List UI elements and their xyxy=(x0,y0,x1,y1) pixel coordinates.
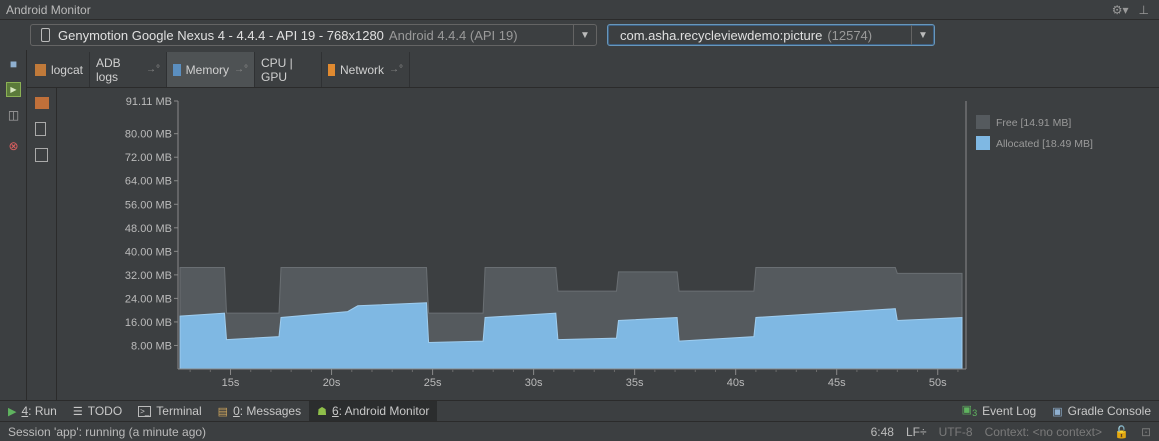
monitor-tabs: logcat ADB logs →° Memory →° CPU | GPU N… xyxy=(27,50,1159,88)
x-tick-label: 30s xyxy=(525,377,543,389)
tool-window-bar: ▶ 4: Run ☰ TODO >_ Terminal ▤ 0: Message… xyxy=(0,400,1159,422)
tab-label: Network xyxy=(339,62,384,77)
device-toolbar: Genymotion Google Nexus 4 - 4.4.4 - API … xyxy=(0,20,1159,50)
y-tick-label: 72.00 MB xyxy=(125,152,172,164)
logcat-icon xyxy=(35,63,46,76)
event-icon[interactable]: ⊡ xyxy=(1141,425,1151,439)
terminate-icon[interactable]: ⊗ xyxy=(6,138,21,153)
monitor-num: 6 xyxy=(331,404,339,418)
process-dropdown[interactable]: com.asha.recycleviewdemo:picture (12574)… xyxy=(607,24,935,46)
run-tab[interactable]: ▶ 4: Run xyxy=(0,401,65,422)
todo-icon: ☰ xyxy=(72,405,83,418)
process-name: com.asha.recycleviewdemo:picture xyxy=(620,27,823,43)
hide-icon[interactable]: ⊥ xyxy=(1139,3,1149,17)
y-tick-label: 40.00 MB xyxy=(125,246,172,258)
x-tick-label: 40s xyxy=(727,377,745,389)
left-toolbar: ■ ▶ ◫ ⊗ xyxy=(0,50,27,400)
run-num: 4 xyxy=(21,404,29,418)
y-tick-label: 24.00 MB xyxy=(125,293,172,305)
memory-actions-toolbar xyxy=(27,88,57,400)
event-log-count: 3 xyxy=(972,408,978,419)
network-icon xyxy=(328,63,335,76)
tab-memory[interactable]: Memory →° xyxy=(167,52,255,87)
phone-icon xyxy=(41,28,50,42)
legend-free-swatch xyxy=(976,115,990,129)
x-tick-label: 35s xyxy=(626,377,644,389)
allocation-tracker-icon[interactable] xyxy=(35,148,48,162)
monitor-label: : Android Monitor xyxy=(338,404,430,418)
tab-cpu-gpu[interactable]: CPU | GPU xyxy=(255,52,322,87)
messages-tab[interactable]: ▤ 0: Messages xyxy=(210,401,309,422)
y-tick-label: 16.00 MB xyxy=(125,317,172,329)
y-tick-label: 91.11 MB xyxy=(126,96,172,108)
android-icon: ☗ xyxy=(317,405,327,418)
messages-label: : Messages xyxy=(239,404,302,418)
pin-icon[interactable]: →° xyxy=(234,64,248,75)
chevron-down-icon[interactable]: ▼ xyxy=(911,25,934,45)
messages-icon: ▤ xyxy=(217,405,229,418)
run-icon: ▶ xyxy=(8,405,17,418)
tab-label: Memory xyxy=(185,62,229,77)
dump-heap-icon[interactable] xyxy=(35,122,46,136)
terminal-tab[interactable]: >_ Terminal xyxy=(130,401,209,422)
x-tick-label: 45s xyxy=(828,377,846,389)
event-log-icon: ▣3 xyxy=(961,404,978,419)
legend-allocated-swatch xyxy=(976,136,990,150)
device-name: Genymotion Google Nexus 4 - 4.4.4 - API … xyxy=(58,27,384,43)
layout-inspector-icon[interactable]: ◫ xyxy=(6,107,21,122)
tool-window-titlebar: Android Monitor ⚙▾ ⊥ xyxy=(0,0,1159,20)
process-pid: (12574) xyxy=(827,27,873,43)
garbage-collect-icon[interactable] xyxy=(35,97,49,109)
y-tick-label: 80.00 MB xyxy=(125,129,172,141)
x-tick-label: 25s xyxy=(424,377,442,389)
file-encoding[interactable]: UTF-8 xyxy=(939,425,973,439)
camera-icon[interactable]: ■ xyxy=(6,56,21,71)
memory-chart: 91.11 MB 80.00 MB 72.00 MB 64.00 MB 56.00 MB… xyxy=(125,96,1093,389)
tab-label: ADB logs xyxy=(96,55,121,84)
y-tick-label: 64.00 MB xyxy=(125,176,172,188)
status-bar: Session 'app': running (a minute ago) 6:… xyxy=(0,421,1159,441)
tab-label: logcat xyxy=(50,62,83,77)
gear-icon[interactable]: ⚙▾ xyxy=(1112,3,1129,17)
line-separator[interactable]: LF÷ xyxy=(906,425,927,439)
device-dropdown[interactable]: Genymotion Google Nexus 4 - 4.4.4 - API … xyxy=(30,24,597,46)
memory-chart-area: 91.11 MB 80.00 MB 72.00 MB 64.00 MB 56.00 MB… xyxy=(57,88,1159,400)
screen-record-icon[interactable]: ▶ xyxy=(6,82,21,97)
legend-free-label: Free [14.91 MB] xyxy=(996,117,1071,129)
tab-adb-logs[interactable]: ADB logs →° xyxy=(90,52,167,87)
tab-label: CPU | GPU xyxy=(261,55,293,84)
memory-icon xyxy=(173,63,181,76)
x-tick-label: 50s xyxy=(929,377,947,389)
caret-position[interactable]: 6:48 xyxy=(871,425,894,439)
y-tick-label: 8.00 MB xyxy=(131,340,172,352)
tab-network[interactable]: Network →° xyxy=(322,52,410,87)
messages-num: 0 xyxy=(233,404,240,418)
legend-allocated-label: Allocated [18.49 MB] xyxy=(996,138,1093,150)
tab-logcat[interactable]: logcat xyxy=(29,52,90,87)
run-label: : Run xyxy=(28,404,57,418)
y-tick-label: 32.00 MB xyxy=(125,270,172,282)
y-tick-label: 56.00 MB xyxy=(125,199,172,211)
window-title: Android Monitor xyxy=(6,2,91,17)
lock-icon[interactable]: 🔓 xyxy=(1114,425,1129,439)
context-indicator[interactable]: Context: <no context> xyxy=(985,425,1102,439)
terminal-label: Terminal xyxy=(156,404,202,418)
pin-icon[interactable]: →° xyxy=(389,64,403,75)
terminal-icon: >_ xyxy=(138,405,152,417)
gradle-console-icon: ▣ xyxy=(1052,405,1063,418)
chevron-down-icon[interactable]: ▼ xyxy=(573,25,596,45)
status-message: Session 'app': running (a minute ago) xyxy=(8,424,207,439)
todo-label: TODO xyxy=(87,404,123,418)
android-monitor-tab[interactable]: ☗ 6: Android Monitor xyxy=(309,400,438,422)
y-tick-label: 48.00 MB xyxy=(125,223,172,235)
todo-tab[interactable]: ☰ TODO xyxy=(65,401,130,422)
x-tick-label: 20s xyxy=(323,377,341,389)
gradle-console-label: Gradle Console xyxy=(1067,404,1151,418)
device-os: Android 4.4.4 (API 19) xyxy=(388,27,518,43)
x-tick-label: 15s xyxy=(222,377,240,389)
gradle-console-tab[interactable]: ▣ Gradle Console xyxy=(1044,401,1159,422)
event-log-label: Event Log xyxy=(982,404,1037,418)
event-log-tab[interactable]: ▣3 Event Log xyxy=(954,401,1045,422)
pin-icon[interactable]: →° xyxy=(146,64,160,75)
